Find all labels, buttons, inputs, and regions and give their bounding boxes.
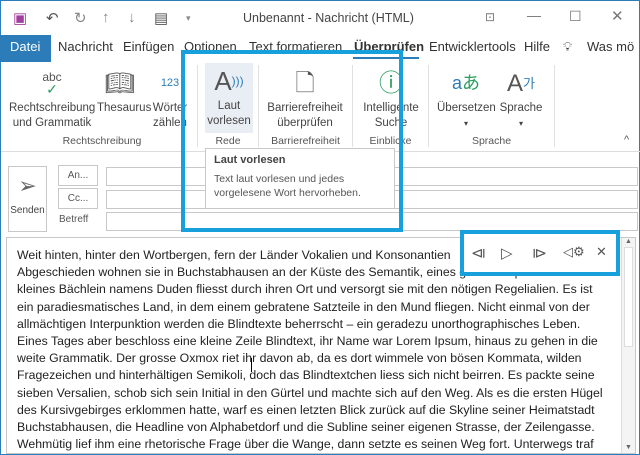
body-line: allmächtigen Interpunktion werden die Bl… bbox=[17, 316, 581, 331]
body-line: Wehmütig lief ihm eine rhetorische Frage… bbox=[17, 437, 594, 452]
to-button[interactable]: An... bbox=[58, 165, 98, 186]
tab-developer[interactable]: Entwicklertools bbox=[429, 39, 516, 54]
close-button[interactable]: ✕ bbox=[611, 7, 624, 25]
group-label-spelling: Rechtschreibung bbox=[62, 135, 142, 147]
up-arrow-icon[interactable]: ↑ bbox=[102, 9, 110, 26]
body-line: Buchstabhausen, die Headline von Alphabe… bbox=[17, 419, 595, 434]
body-line: des Kursivgebirges erklommen hatte, warf… bbox=[17, 402, 595, 417]
label: Thesaurus bbox=[97, 102, 152, 114]
label: Rechtschreibung bbox=[9, 102, 96, 114]
language-icon: A가 bbox=[507, 69, 535, 97]
tab-file[interactable]: Datei bbox=[10, 39, 40, 54]
send-icon: ➢ bbox=[18, 173, 37, 198]
language-button[interactable]: A가 Sprache ▾ bbox=[496, 65, 546, 131]
spelling-grammar-button[interactable]: abc ✓ Rechtschreibung und Grammatik bbox=[9, 65, 95, 131]
translate-button[interactable]: aあ Übersetzen ▾ bbox=[437, 65, 496, 131]
translate-icon: aあ bbox=[451, 72, 480, 93]
group-label-language: Sprache bbox=[471, 135, 512, 147]
body-line: Eines Tages aber beschloss eine kleine Z… bbox=[17, 333, 598, 348]
thesaurus-button[interactable]: 📖︎ Thesaurus bbox=[97, 65, 152, 116]
body-line: kleines Bächlein namens Duden fliesst du… bbox=[17, 282, 593, 297]
cc-button[interactable]: Cc... bbox=[58, 188, 98, 209]
redo-icon[interactable]: ↻ bbox=[74, 9, 87, 27]
highlight-frame-player bbox=[460, 230, 620, 276]
highlight-frame-read-aloud bbox=[181, 50, 403, 232]
body-line: ein paradiesmatisches Land, in dem einem… bbox=[17, 299, 590, 314]
label: und Grammatik bbox=[12, 117, 92, 129]
window-title: Unbenannt - Nachricht (HTML) bbox=[243, 11, 414, 25]
divider bbox=[554, 65, 555, 147]
body-line: Fragezeichen und hinterhältigen Semikoli… bbox=[17, 368, 595, 383]
scrollbar[interactable]: ▲ ▼ bbox=[621, 238, 635, 453]
save-icon[interactable]: ▣ bbox=[13, 9, 27, 27]
collapse-ribbon-icon[interactable]: ^ bbox=[624, 134, 629, 146]
tab-help[interactable]: Hilfe bbox=[524, 39, 550, 54]
spelling-check-icon: abc ✓ bbox=[42, 70, 62, 97]
tab-insert[interactable]: Einfügen bbox=[123, 39, 174, 54]
text-cursor bbox=[251, 358, 252, 372]
body-line: weite Grammatik. Der grosse Oxmox riet i… bbox=[17, 351, 582, 366]
body-line: sieben Versalien, schob sich sein Initia… bbox=[17, 385, 603, 400]
layout-icon[interactable]: ▤ bbox=[154, 9, 168, 27]
lightbulb-icon: 💡︎ bbox=[563, 39, 573, 54]
scrollbar-thumb[interactable] bbox=[624, 247, 633, 347]
minimize-button[interactable]: — bbox=[527, 7, 541, 23]
ribbon-display-icon[interactable]: ⊡ bbox=[485, 10, 495, 24]
label: Senden bbox=[10, 205, 45, 216]
down-arrow-icon[interactable]: ↓ bbox=[128, 9, 136, 26]
undo-icon[interactable]: ↶ bbox=[46, 9, 59, 27]
tab-message[interactable]: Nachricht bbox=[58, 39, 113, 54]
book-icon: 📖︎ bbox=[104, 69, 136, 97]
tell-me-search[interactable]: Was mö bbox=[587, 39, 634, 54]
label: Sprache bbox=[499, 102, 543, 114]
send-button[interactable]: ➢ Senden bbox=[8, 166, 47, 232]
subject-label: Betreff bbox=[59, 214, 89, 225]
label: Übersetzen bbox=[437, 102, 496, 114]
customize-qat-icon[interactable]: ▾ bbox=[186, 13, 191, 24]
maximize-button[interactable]: ☐ bbox=[569, 8, 582, 25]
